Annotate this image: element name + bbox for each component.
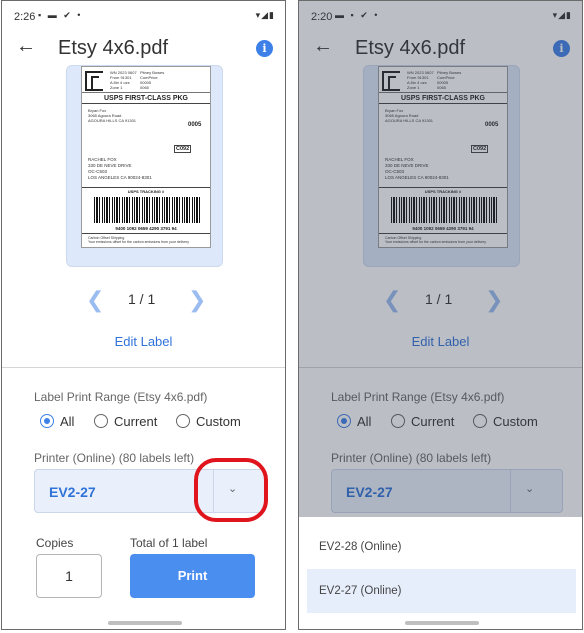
radio-unselected-icon xyxy=(176,414,190,428)
edit-label-link[interactable]: Edit Label xyxy=(2,334,285,349)
total-label: Total of 1 label xyxy=(130,536,208,550)
phone-screen-left: 2:26 ▪ ▬ ✔ • ▾◢▮ ← Etsy 4x6.pdf i WN 202… xyxy=(1,0,286,630)
print-range-label: Label Print Range (Etsy 4x6.pdf) xyxy=(34,390,208,404)
printer-selected-value: EV2-27 xyxy=(49,484,96,500)
radio-all[interactable]: All xyxy=(40,412,74,430)
postage-logo-icon xyxy=(85,71,103,91)
radio-custom-label: Custom xyxy=(196,413,241,429)
page-title: Etsy 4x6.pdf xyxy=(58,37,169,59)
label-from-address: Bryan Fox 3065 Agoura Road AGOURA HILLS … xyxy=(88,108,137,123)
modal-scrim[interactable] xyxy=(299,1,582,517)
printer-options-sheet: EV2-28 (Online) EV2-27 (Online) xyxy=(299,517,582,629)
label-preview-card: WN 2023 0607 From 91301 A 8in 4 ozs Zone… xyxy=(66,65,223,267)
info-icon[interactable]: i xyxy=(256,40,273,57)
label-header-left-text: WN 2023 0607 From 91301 A 8in 4 ozs Zone… xyxy=(110,70,137,90)
shipping-label-preview: WN 2023 0607 From 91301 A 8in 4 ozs Zone… xyxy=(81,66,211,248)
radio-unselected-icon xyxy=(94,414,108,428)
copies-label: Copies xyxy=(36,536,74,550)
radio-current[interactable]: Current xyxy=(94,412,157,430)
printer-label: Printer (Online) (80 labels left) xyxy=(34,451,195,465)
label-tracking-title: USPS TRACKING # xyxy=(82,187,210,194)
next-page-icon[interactable]: ❯ xyxy=(188,287,206,313)
label-code: C092 xyxy=(174,145,192,153)
printer-option-ev2-28[interactable]: EV2-28 (Online) xyxy=(307,525,576,569)
comparison-stage: 2:26 ▪ ▬ ✔ • ▾◢▮ ← Etsy 4x6.pdf i WN 202… xyxy=(0,0,584,633)
radio-all-label: All xyxy=(60,413,75,429)
copies-input[interactable]: 1 xyxy=(36,554,102,598)
system-icons: ▾◢▮ xyxy=(255,10,275,20)
page-indicator: 1 / 1 xyxy=(128,291,156,307)
label-header: WN 2023 0607 From 91301 A 8in 4 ozs Zone… xyxy=(82,67,210,93)
gesture-nav-bar[interactable] xyxy=(108,621,182,625)
prev-page-icon[interactable]: ❮ xyxy=(86,287,104,313)
back-arrow-icon[interactable]: ← xyxy=(16,35,36,58)
gesture-nav-bar[interactable] xyxy=(405,621,479,625)
page-navigator: ❮ 1 / 1 ❯ xyxy=(2,287,285,313)
radio-current-label: Current xyxy=(114,413,158,429)
label-header-right-text: Pitney Bowes ComPrice 00005 0065 xyxy=(140,70,165,90)
radio-custom[interactable]: Custom xyxy=(176,412,241,430)
status-bar: 2:26 ▪ ▬ ✔ • ▾◢▮ xyxy=(2,1,285,27)
print-button[interactable]: Print xyxy=(130,554,255,598)
phone-screen-right: 2:20 ▬ ▪ ✔ • ▾◢▮ ← Etsy 4x6.pdf i WN 202… xyxy=(298,0,583,630)
radio-selected-icon xyxy=(40,414,54,428)
status-time: 2:26 xyxy=(14,11,36,23)
label-footer: Carbon Offset Shipping Your emissions of… xyxy=(88,236,189,244)
section-divider xyxy=(2,367,285,368)
label-to-address: RACHEL FOX 330 DE NEVE DRIVE OC-C503 LOS… xyxy=(88,157,152,180)
label-tracking-number: 9400 1092 0659 4290 3791 94 xyxy=(82,226,210,234)
printer-option-ev2-27[interactable]: EV2-27 (Online) xyxy=(307,569,576,613)
tracking-barcode xyxy=(94,197,200,223)
highlight-annotation-ring xyxy=(194,458,268,522)
label-service: USPS FIRST-CLASS PKG xyxy=(82,94,210,104)
notification-icons: ▪ ▬ ✔ • xyxy=(38,10,83,20)
label-zone: 0005 xyxy=(188,122,202,128)
